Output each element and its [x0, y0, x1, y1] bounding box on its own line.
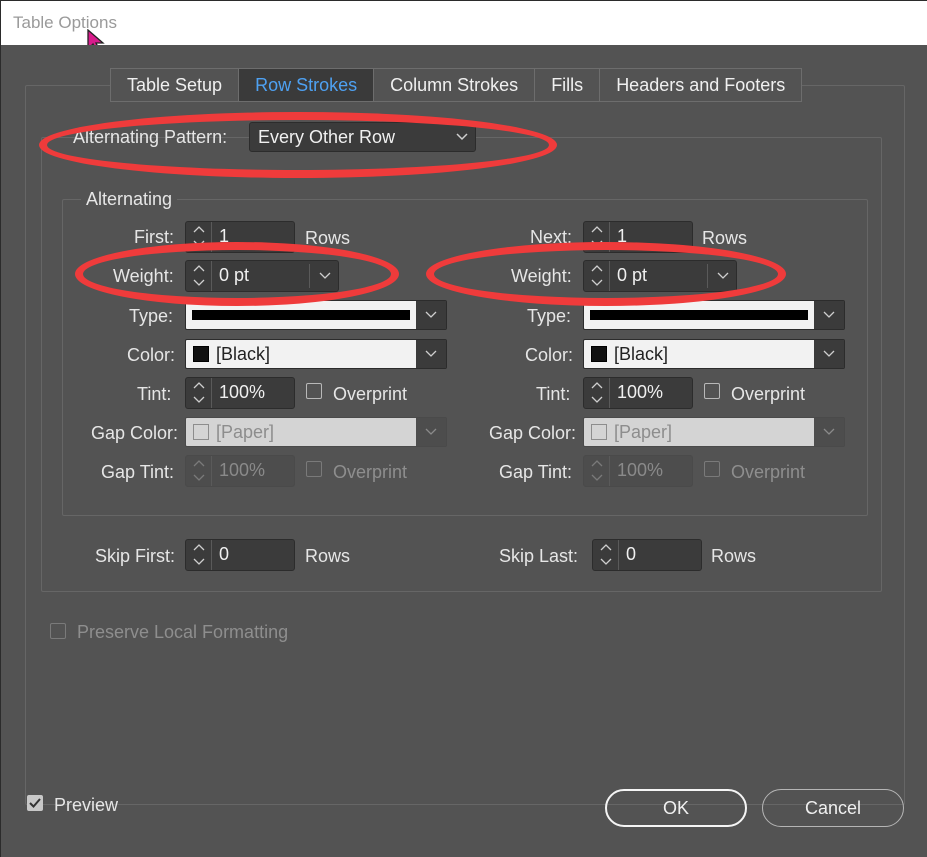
next-rows-unit: Rows [702, 228, 748, 248]
tint-value-right: 100% [617, 382, 664, 402]
tint-label-left: Tint: [137, 384, 172, 404]
chevron-up-icon [193, 382, 205, 389]
table-options-dialog: Table Setup Row Strokes Column Strokes F… [0, 45, 927, 857]
highlight-ellipse-weight-left [75, 242, 399, 306]
gap-overprint-label-left: Overprint [333, 462, 408, 482]
overprint-label-right: Overprint [731, 384, 806, 404]
chevron-down-icon [193, 474, 205, 481]
tint-stepper-right[interactable]: 100% [583, 377, 693, 409]
solid-stroke-preview [590, 310, 808, 320]
gap-overprint-checkbox-right[interactable] [704, 461, 720, 477]
chevron-up-icon [193, 460, 205, 467]
gap-color-label-right: Gap Color: [489, 423, 577, 443]
tab-row-strokes[interactable]: Row Strokes [239, 69, 375, 101]
chevron-down-icon [425, 350, 437, 357]
cancel-button[interactable]: Cancel [762, 789, 904, 827]
title-bar: Table Options [0, 0, 927, 54]
chevron-down-icon [600, 558, 612, 565]
chevron-up-icon [591, 460, 603, 467]
tint-label-right: Tint: [536, 384, 571, 404]
gap-overprint-checkbox-left[interactable] [306, 461, 322, 477]
tab-headers-and-footers[interactable]: Headers and Footers [600, 69, 801, 101]
solid-stroke-preview [192, 310, 410, 320]
tint-stepper-left[interactable]: 100% [185, 377, 295, 409]
chevron-down-icon [193, 396, 205, 403]
stepper-arrows[interactable] [584, 378, 610, 408]
gap-tint-label-left: Gap Tint: [101, 462, 175, 482]
skip-last-unit: Rows [711, 546, 757, 566]
chevron-down-icon [425, 428, 437, 435]
paper-swatch [591, 424, 607, 440]
chevron-down-icon [823, 350, 835, 357]
preview-label: Preview [54, 795, 119, 815]
skip-first-label: Skip First: [95, 546, 176, 566]
chevron-up-icon [591, 226, 603, 233]
tab-bar: Table Setup Row Strokes Column Strokes F… [110, 68, 803, 102]
gap-tint-value-right: 100% [617, 460, 664, 480]
gap-color-value-right: [Paper] [614, 422, 673, 442]
gap-color-label-left: Gap Color: [91, 423, 179, 443]
color-dropdown-left[interactable]: [Black] [185, 339, 447, 369]
type-label-right: Type: [527, 306, 572, 326]
stepper-arrows[interactable] [584, 456, 610, 486]
highlight-ellipse-alternating-pattern [39, 112, 557, 178]
overprint-label-left: Overprint [333, 384, 408, 404]
tab-fills[interactable]: Fills [535, 69, 601, 101]
chevron-down-icon [591, 474, 603, 481]
black-swatch [591, 346, 607, 362]
tint-value-left: 100% [219, 382, 266, 402]
skip-last-stepper[interactable]: 0 [592, 539, 702, 571]
skip-first-unit: Rows [305, 546, 351, 566]
color-value-right: [Black] [614, 344, 669, 364]
chevron-down-icon [591, 396, 603, 403]
color-label-left: Color: [127, 345, 176, 365]
preserve-local-formatting-checkbox[interactable] [50, 623, 66, 639]
checkmark-icon [29, 798, 41, 808]
gap-tint-stepper-right[interactable]: 100% [583, 455, 693, 487]
color-dropdown-right[interactable]: [Black] [583, 339, 845, 369]
overprint-checkbox-left[interactable] [306, 383, 322, 399]
skip-first-value: 0 [219, 544, 230, 564]
tab-column-strokes[interactable]: Column Strokes [374, 69, 536, 101]
alternating-legend: Alternating [81, 189, 178, 210]
stepper-arrows[interactable] [186, 456, 212, 486]
gap-overprint-label-right: Overprint [731, 462, 806, 482]
skip-last-label: Skip Last: [499, 546, 579, 566]
type-label-left: Type: [129, 306, 174, 326]
color-label-right: Color: [525, 345, 574, 365]
chevron-down-icon [193, 558, 205, 565]
stepper-arrows[interactable] [186, 540, 212, 570]
chevron-down-icon [425, 311, 437, 318]
gap-color-dropdown-left[interactable]: [Paper] [185, 417, 447, 447]
preview-checkbox[interactable] [27, 795, 43, 811]
tab-table-setup[interactable]: Table Setup [111, 69, 240, 101]
overprint-checkbox-right[interactable] [704, 383, 720, 399]
gap-color-value-left: [Paper] [216, 422, 275, 442]
gap-color-dropdown-right[interactable]: [Paper] [583, 417, 845, 447]
stepper-arrows[interactable] [186, 378, 212, 408]
gap-tint-label-right: Gap Tint: [499, 462, 573, 482]
chevron-down-icon [823, 428, 835, 435]
chevron-up-icon [193, 544, 205, 551]
gap-tint-value-left: 100% [219, 460, 266, 480]
black-swatch [193, 346, 209, 362]
chevron-up-icon [591, 382, 603, 389]
paper-swatch [193, 424, 209, 440]
chevron-up-icon [193, 226, 205, 233]
color-value-left: [Black] [216, 344, 271, 364]
skip-last-value: 0 [626, 544, 637, 564]
chevron-up-icon [600, 544, 612, 551]
gap-tint-stepper-left[interactable]: 100% [185, 455, 295, 487]
highlight-ellipse-weight-right [426, 242, 786, 306]
stepper-arrows[interactable] [593, 540, 619, 570]
skip-first-stepper[interactable]: 0 [185, 539, 295, 571]
chevron-down-icon [823, 311, 835, 318]
ok-button[interactable]: OK [605, 789, 747, 827]
preserve-local-formatting-label: Preserve Local Formatting [77, 622, 289, 642]
